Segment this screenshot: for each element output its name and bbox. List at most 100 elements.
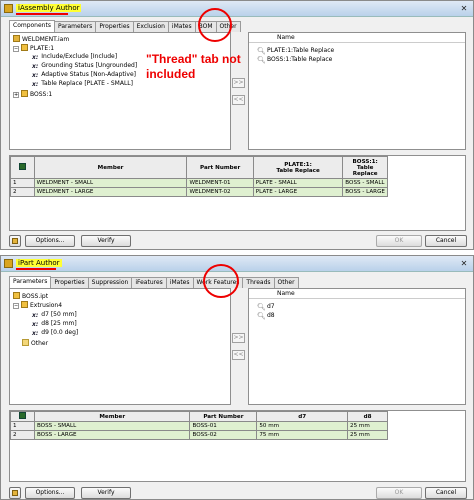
- expand-icon[interactable]: +: [13, 92, 19, 98]
- verify-button[interactable]: Verify: [81, 487, 131, 499]
- tree-node[interactable]: x: d8 [25 mm]: [32, 320, 77, 328]
- dialog-title: iPart Author: [16, 259, 62, 267]
- parameter-icon: x:: [32, 321, 39, 328]
- parameter-tree[interactable]: BOSS.ipt − Extrusion4 x: d7 [50 mm] x: d8 […: [9, 288, 231, 405]
- tab-properties[interactable]: Properties: [95, 21, 134, 32]
- tree-node[interactable]: x: Adaptive Status [Non-Adaptive]: [32, 71, 136, 79]
- table-icon: [18, 412, 26, 419]
- parameter-icon: x:: [32, 54, 39, 61]
- table-row[interactable]: 2 WELDMENT - LARGE WELDMENT-02 PLATE - L…: [10, 187, 388, 197]
- member-table[interactable]: Member Part Number d7 d8 1 BOSS - SMALL …: [10, 411, 388, 440]
- tab-imates[interactable]: iMates: [167, 21, 196, 32]
- parameter-icon: x:: [32, 330, 39, 337]
- tab-other[interactable]: Other: [273, 277, 299, 288]
- table-icon: [18, 163, 26, 170]
- tree-node[interactable]: x: Include/Exclude [Include]: [32, 53, 117, 61]
- options-button[interactable]: Options...: [25, 235, 75, 247]
- table-row[interactable]: 1 WELDMENT - SMALL WELDMENT-01 PLATE - S…: [10, 178, 388, 188]
- tree-node[interactable]: − Extrusion4: [13, 301, 62, 309]
- tree-node[interactable]: BOSS.ipt: [13, 292, 48, 300]
- part-icon: [21, 90, 28, 97]
- move-left-button[interactable]: <<: [232, 95, 245, 105]
- selected-list[interactable]: Name 🔍︎d7 🔍︎d8: [248, 288, 466, 405]
- parameter-icon: x:: [32, 63, 39, 70]
- tab-suppression[interactable]: Suppression: [87, 277, 133, 288]
- help-button[interactable]: [9, 235, 21, 247]
- list-item[interactable]: 🔍︎PLATE:1:Table Replace: [257, 47, 334, 55]
- cancel-button[interactable]: Cancel: [425, 235, 467, 247]
- close-icon[interactable]: ✕: [458, 3, 470, 14]
- annotation-circle: [203, 264, 239, 298]
- ok-button[interactable]: OK: [376, 487, 422, 499]
- iassembly-author-dialog: iAssembly Author ✕ Components Parameters…: [0, 0, 474, 250]
- tab-parameters[interactable]: Parameters: [9, 276, 52, 288]
- options-button[interactable]: Options...: [25, 487, 75, 499]
- help-icon: [12, 238, 18, 244]
- column-header[interactable]: Part Number: [189, 411, 258, 422]
- cancel-button[interactable]: Cancel: [425, 487, 467, 499]
- inventor-app-icon: [4, 259, 13, 268]
- tab-parameters[interactable]: Parameters: [53, 21, 97, 32]
- column-header[interactable]: d8: [347, 411, 388, 422]
- tab-exclusion[interactable]: Exclusion: [132, 21, 169, 32]
- tab-threads[interactable]: Threads: [242, 277, 275, 288]
- table-row[interactable]: 2 BOSS - LARGE BOSS-02 75 mm 25 mm: [10, 430, 388, 440]
- title-underline-annotation: [16, 268, 56, 270]
- title-bar: iPart Author ✕: [1, 256, 473, 272]
- help-button[interactable]: [9, 487, 21, 499]
- collapse-icon[interactable]: −: [13, 46, 19, 52]
- collapse-icon[interactable]: −: [13, 303, 19, 309]
- tree-node[interactable]: x: Grounding Status [Ungrounded]: [32, 62, 137, 70]
- selected-list[interactable]: Name 🔍︎PLATE:1:Table Replace 🔍︎BOSS:1:Ta…: [248, 32, 466, 150]
- parameter-icon: x:: [32, 312, 39, 319]
- tree-node[interactable]: x: d9 [0.0 deg]: [32, 329, 78, 337]
- part-icon: [13, 292, 20, 299]
- tab-properties[interactable]: Properties: [50, 277, 89, 288]
- key-icon: 🔍︎: [257, 312, 266, 320]
- table-corner: [10, 411, 35, 422]
- list-item[interactable]: 🔍︎BOSS:1:Table Replace: [257, 56, 332, 64]
- parameter-icon: x:: [32, 72, 39, 79]
- extrusion-icon: [21, 301, 28, 308]
- verify-button[interactable]: Verify: [81, 235, 131, 247]
- key-icon: 🔍︎: [257, 47, 266, 55]
- tab-ifeatures[interactable]: iFeatures: [131, 277, 167, 288]
- move-left-button[interactable]: <<: [232, 350, 245, 360]
- column-header[interactable]: Member: [33, 411, 191, 422]
- member-table[interactable]: Member Part Number PLATE:1: Table Replac…: [10, 156, 388, 197]
- tree-node[interactable]: − PLATE:1: [13, 44, 54, 52]
- tab-imates[interactable]: iMates: [165, 277, 194, 288]
- list-item[interactable]: 🔍︎d8: [257, 312, 275, 320]
- move-right-button[interactable]: >>: [232, 333, 245, 343]
- column-header[interactable]: PLATE:1: Table Replace: [252, 156, 344, 179]
- folder-icon: [22, 339, 29, 346]
- column-header[interactable]: d7: [256, 411, 349, 422]
- column-header[interactable]: Part Number: [186, 156, 254, 179]
- assembly-icon: [13, 35, 20, 42]
- key-icon: 🔍︎: [257, 56, 266, 64]
- tree-node[interactable]: x: d7 [50 mm]: [32, 311, 77, 319]
- tree-node[interactable]: + BOSS:1: [13, 90, 52, 98]
- key-icon: 🔍︎: [257, 303, 266, 311]
- tree-node[interactable]: x: Table Replace [PLATE - SMALL]: [32, 80, 133, 88]
- title-underline-annotation: [16, 13, 68, 15]
- component-tree[interactable]: WELDMENT.iam − PLATE:1 x: Include/Exclude …: [9, 32, 231, 150]
- help-icon: [12, 490, 18, 496]
- table-corner: [10, 156, 35, 179]
- title-bar: iAssembly Author ✕: [1, 1, 473, 17]
- column-header[interactable]: BOSS:1: Table Replace: [342, 156, 388, 179]
- part-icon: [21, 44, 28, 51]
- parameter-icon: x:: [32, 81, 39, 88]
- tab-components[interactable]: Components: [9, 20, 55, 32]
- tree-node[interactable]: WELDMENT.iam: [13, 35, 69, 43]
- tab-bar: Parameters Properties Suppression iFeatu…: [9, 276, 299, 288]
- close-icon[interactable]: ✕: [458, 258, 470, 269]
- list-header: Name: [249, 33, 465, 43]
- inventor-app-icon: [4, 4, 13, 13]
- column-header[interactable]: Member: [33, 156, 188, 179]
- ok-button[interactable]: OK: [376, 235, 422, 247]
- dialog-title: iAssembly Author: [16, 4, 82, 12]
- list-item[interactable]: 🔍︎d7: [257, 303, 275, 311]
- table-row[interactable]: 1 BOSS - SMALL BOSS-01 50 mm 25 mm: [10, 421, 388, 431]
- tree-node[interactable]: Other: [22, 339, 48, 347]
